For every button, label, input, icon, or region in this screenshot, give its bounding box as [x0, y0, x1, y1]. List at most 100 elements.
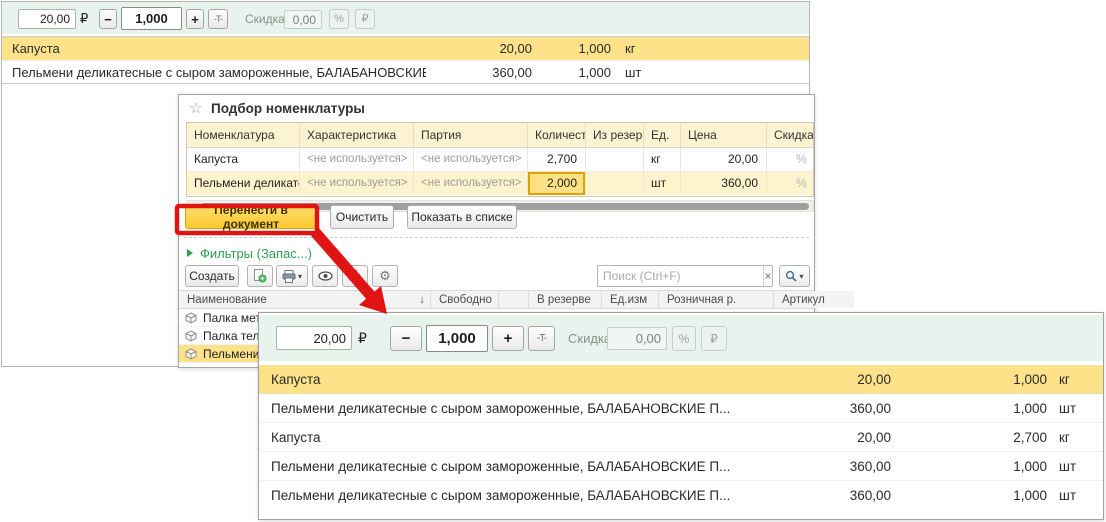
- favorite-star-icon[interactable]: ☆: [189, 99, 202, 117]
- item-qty: 1,000: [891, 401, 1047, 416]
- cell-price: 360,00: [681, 172, 767, 195]
- col-header[interactable]: Характеристика: [300, 123, 414, 147]
- text-cursor-icon: -T-: [214, 15, 222, 24]
- create-button[interactable]: Создать: [185, 265, 239, 287]
- col-header[interactable]: Цена: [681, 123, 767, 147]
- col-header-spacer: [499, 291, 529, 308]
- decrease-qty-button[interactable]: −: [99, 9, 117, 29]
- item-price: 360,00: [777, 488, 891, 503]
- gear-icon: ⚙: [379, 268, 391, 284]
- clear-button[interactable]: Очистить: [330, 205, 394, 229]
- selection-table-row-selected[interactable]: Пельмени деликатесн... <не используется>…: [187, 172, 813, 195]
- show-in-list-button[interactable]: Показать в списке: [407, 205, 517, 229]
- item-name: Пельмени деликатесные с сыром замороженн…: [2, 65, 426, 80]
- col-header-label: Наименование: [187, 291, 267, 308]
- result-row[interactable]: Капуста 20,00 2,700 кг: [259, 423, 1103, 452]
- cell-characteristic: <не используется>: [300, 148, 414, 171]
- result-row[interactable]: Пельмени деликатесные с сыром замороженн…: [259, 481, 1103, 510]
- create-group-button[interactable]: [247, 265, 273, 287]
- document-row[interactable]: Пельмени деликатесные с сыром замороженн…: [2, 60, 809, 83]
- filters-link-label: Фильтры (Запас...): [200, 246, 312, 261]
- caret-down-icon: ▾: [298, 272, 302, 281]
- qty-cursor-button[interactable]: -T-: [208, 9, 228, 29]
- pos-result-panel: ₽ − + -T- Скидка % ₽ Капуста 20,00 1,000…: [258, 312, 1104, 520]
- cell-reserve: [586, 148, 644, 171]
- cell-characteristic: <не используется>: [300, 172, 414, 195]
- col-header[interactable]: Ед.: [644, 123, 681, 147]
- price-qty-toolbar: ₽ − + -T- Скидка % ₽: [2, 2, 809, 34]
- cell-qty-focused[interactable]: 2,000: [528, 172, 586, 195]
- discount-label: Скидка: [568, 331, 611, 346]
- chevron-right-icon: [187, 249, 193, 257]
- item-price: 20,00: [777, 372, 891, 387]
- selection-table-row[interactable]: Капуста <не используется> <не использует…: [187, 148, 813, 172]
- item-name: Пельмени деликатесные с сыром замороженн…: [259, 488, 777, 503]
- document-rows: Капуста 20,00 1,000 кг Пельмени деликате…: [2, 36, 809, 84]
- ruble-currency-label: ₽: [80, 11, 88, 27]
- transfer-to-document-button[interactable]: Перенести в документ: [185, 205, 317, 229]
- item-cube-icon: [185, 330, 197, 342]
- discount-percent-button: %: [672, 326, 696, 351]
- document-row[interactable]: Капуста 20,00 1,000 кг: [2, 37, 809, 60]
- quantity-input[interactable]: [121, 7, 182, 30]
- cell-unit: шт: [644, 172, 681, 195]
- result-row[interactable]: Капуста 20,00 1,000 кг: [259, 365, 1103, 394]
- col-header[interactable]: Скидка ру: [767, 123, 814, 147]
- item-name: Капуста: [259, 430, 777, 445]
- item-name: Пельмени деликатесные с сыром замороженн…: [259, 459, 777, 474]
- dialog-title: Подбор номенклатуры: [211, 101, 365, 116]
- item-price: 20,00: [426, 41, 536, 56]
- item-unit: шт: [1047, 459, 1103, 474]
- cell-qty: 2,700: [528, 148, 586, 171]
- decrease-qty-button[interactable]: −: [390, 326, 422, 351]
- price-input[interactable]: [18, 9, 76, 29]
- col-header-free[interactable]: Свободно: [431, 291, 499, 308]
- col-header-name[interactable]: Наименование ↓: [179, 291, 431, 308]
- qty-cursor-button[interactable]: -T-: [528, 326, 555, 351]
- caret-down-icon: ▾: [799, 272, 803, 281]
- col-header[interactable]: Номенклатура: [187, 123, 300, 147]
- print-button[interactable]: ▾: [276, 265, 308, 287]
- col-header-retail[interactable]: Розничная р.: [659, 291, 774, 308]
- col-header[interactable]: Партия: [414, 123, 528, 147]
- discount-ruble-button: ₽: [355, 9, 375, 29]
- discount-ruble-button: ₽: [701, 326, 727, 351]
- find-icon: [348, 269, 362, 283]
- col-header-article[interactable]: Артикул: [774, 291, 854, 308]
- search-options-button[interactable]: ▾: [779, 265, 810, 287]
- cell-reserve: [586, 172, 644, 195]
- cell-name: Пельмени деликатесн...: [187, 172, 300, 195]
- col-header-reserved[interactable]: В резерве: [529, 291, 602, 308]
- find-button[interactable]: [342, 265, 368, 287]
- result-rows: Капуста 20,00 1,000 кг Пельмени деликате…: [259, 365, 1103, 510]
- col-header[interactable]: Количество: [528, 123, 586, 147]
- quantity-input[interactable]: [426, 325, 488, 352]
- result-row[interactable]: Пельмени деликатесные с сыром замороженн…: [259, 394, 1103, 423]
- item-unit: шт: [1047, 401, 1103, 416]
- increase-qty-button[interactable]: +: [492, 326, 524, 351]
- cell-discount: %: [767, 172, 814, 195]
- magnifier-icon: [785, 270, 797, 282]
- col-header[interactable]: Из резерва: [586, 123, 644, 147]
- create-group-icon: [253, 269, 267, 283]
- settings-button[interactable]: ⚙: [372, 265, 398, 287]
- clear-search-icon[interactable]: ×: [763, 266, 772, 286]
- increase-qty-button[interactable]: +: [186, 9, 204, 29]
- item-price: 20,00: [777, 430, 891, 445]
- item-unit: кг: [1047, 372, 1103, 387]
- price-qty-toolbar: ₽ − + -T- Скидка % ₽: [259, 315, 1103, 361]
- item-qty: 1,000: [536, 41, 615, 56]
- item-price: 360,00: [777, 401, 891, 416]
- selection-table-header: Номенклатура Характеристика Партия Колич…: [187, 123, 813, 148]
- item-unit: шт: [1047, 488, 1103, 503]
- search-box: ×: [597, 265, 773, 287]
- sort-desc-icon: ↓: [419, 291, 430, 308]
- price-input[interactable]: [276, 326, 352, 350]
- item-unit: шт: [615, 65, 809, 80]
- item-unit: кг: [1047, 430, 1103, 445]
- search-input[interactable]: [598, 266, 763, 286]
- result-row[interactable]: Пельмени деликатесные с сыром замороженн…: [259, 452, 1103, 481]
- col-header-unit[interactable]: Ед.изм: [602, 291, 659, 308]
- view-button[interactable]: [312, 265, 338, 287]
- filters-link[interactable]: Фильтры (Запас...): [187, 244, 312, 262]
